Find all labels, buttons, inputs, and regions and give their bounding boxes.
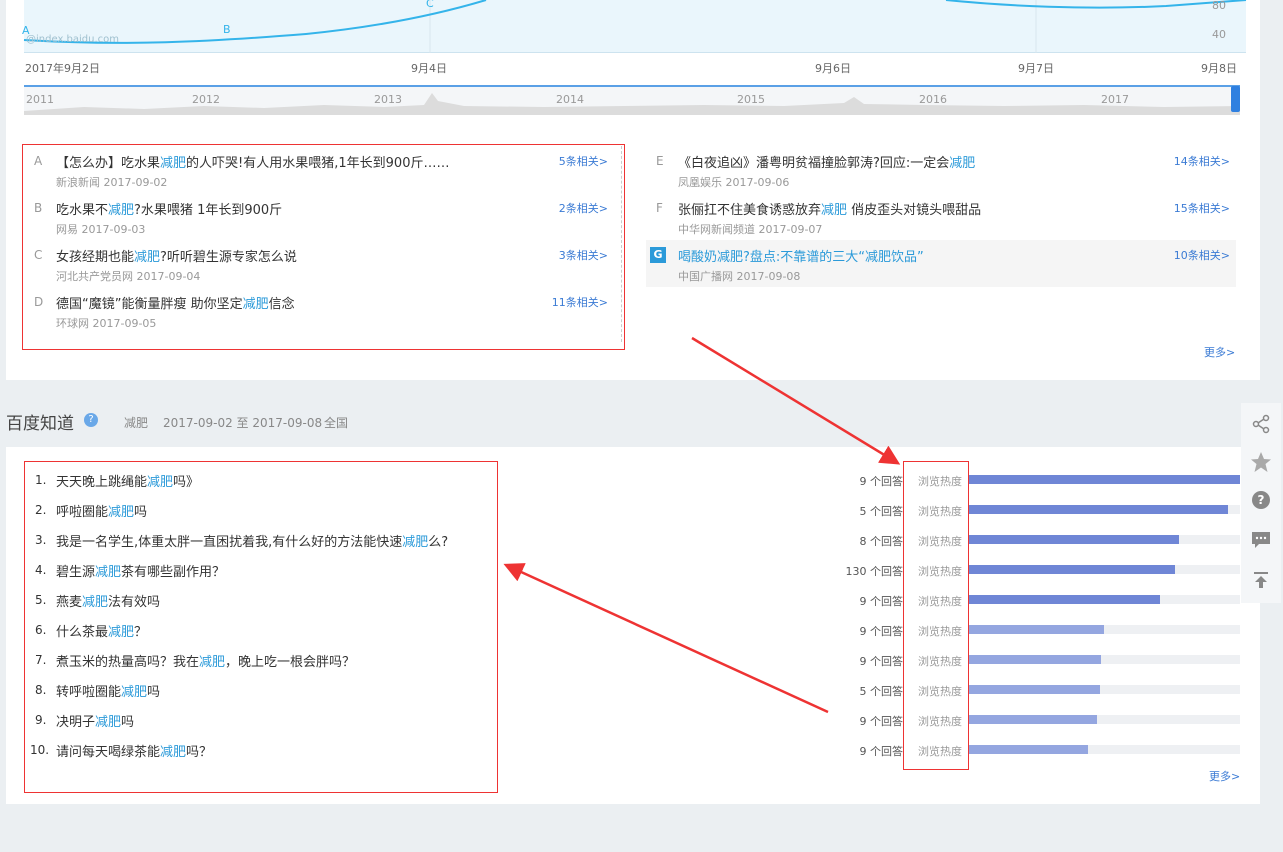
floating-toolbar: ?: [1241, 403, 1281, 603]
news-related-link[interactable]: 15条相关>: [1174, 200, 1230, 216]
news-title-keyword: 减肥: [949, 156, 976, 171]
zhidao-region: 全国: [324, 416, 349, 430]
zhidao-title: 百度知道: [6, 414, 74, 434]
zhidao-answer-count: 9 个回答: [859, 475, 904, 488]
news-title-pre: 张俪扛不住美食诱惑放弃: [678, 203, 822, 218]
heat-bar-fill: [968, 505, 1228, 514]
heat-bar-fill: [968, 745, 1088, 754]
news-title-post: 俏皮歪头对镜头喂甜品: [847, 203, 982, 218]
help-button[interactable]: ?: [1241, 481, 1281, 519]
heat-bar-track: [968, 565, 1240, 574]
timeline-handle[interactable]: [1231, 86, 1240, 112]
news-related-link[interactable]: 10条相关>: [1174, 247, 1230, 263]
news-source: 中华网新闻频道 2017-09-07: [678, 223, 823, 236]
comment-icon: [1252, 532, 1270, 548]
zhidao-answer-count: 9 个回答: [859, 655, 904, 668]
x-label-1: 9月4日: [411, 62, 447, 75]
news-item: G 喝酸奶减肥?盘点:不靠谱的三大“减肥饮品” 中国广播网 2017-09-08 10…: [646, 240, 1236, 287]
news-title-keyword: 减肥: [821, 203, 848, 218]
news-title-pre: 喝酸奶减肥?盘点:不靠谱的三大“减肥饮品”: [678, 250, 924, 265]
news-source: 凤凰娱乐 2017-09-06: [678, 176, 790, 189]
timeline-year-2017: 2017: [1101, 93, 1129, 106]
heat-bar-track: [968, 685, 1240, 694]
timeline-year-2016: 2016: [919, 93, 947, 106]
heat-bar-track: [968, 655, 1240, 664]
news-title-pre: 《白夜追凶》潘粤明贫福撞脸郭涛?回应:一定会: [678, 156, 950, 171]
y-tick-40: 40: [1212, 28, 1226, 41]
timeline-year-2014: 2014: [556, 93, 584, 106]
heat-bar-track: [968, 475, 1240, 484]
timeline-year-2012: 2012: [192, 93, 220, 106]
news-related-link[interactable]: 14条相关>: [1174, 153, 1230, 169]
heat-bar-fill: [968, 565, 1175, 574]
news-letter: F: [656, 201, 663, 215]
timeline-year-2015: 2015: [737, 93, 765, 106]
timeline-year-2011: 2011: [26, 93, 54, 106]
news-letter-badge: G: [650, 247, 666, 263]
point-label-c: C: [426, 0, 434, 10]
heat-bar-fill: [968, 625, 1104, 634]
news-title-link[interactable]: 张俪扛不住美食诱惑放弃减肥 俏皮歪头对镜头喂甜品: [678, 199, 981, 218]
news-letter: E: [656, 154, 664, 168]
zhidao-answer-count: 9 个回答: [859, 595, 904, 608]
favorite-button[interactable]: [1241, 443, 1281, 481]
back-to-top-button[interactable]: [1241, 561, 1281, 599]
x-label-0: 2017年9月2日: [25, 62, 100, 75]
point-label-a: A: [22, 24, 30, 37]
zhidao-answer-count: 8 个回答: [859, 535, 904, 548]
zhidao-keyword: 减肥: [124, 416, 149, 430]
news-title-link[interactable]: 《白夜追凶》潘粤明贫福撞脸郭涛?回应:一定会减肥: [678, 152, 975, 171]
star-icon: [1251, 452, 1271, 472]
heat-bar-track: [968, 745, 1240, 754]
help-icon[interactable]: ?: [84, 413, 98, 427]
heat-bar-fill: [968, 595, 1160, 604]
heat-bar-fill: [968, 685, 1100, 694]
share-icon: [1252, 414, 1270, 434]
feedback-button[interactable]: [1241, 521, 1281, 559]
point-label-b: B: [223, 23, 231, 36]
timeline-year-2013: 2013: [374, 93, 402, 106]
trend-line: [23, 0, 1247, 53]
news-item: F 张俪扛不住美食诱惑放弃减肥 俏皮歪头对镜头喂甜品中华网新闻频道 2017-09…: [646, 193, 1236, 240]
arrow-up-icon: [1254, 572, 1268, 588]
annotation-box-heat: [903, 461, 969, 770]
heat-bar-track: [968, 625, 1240, 634]
y-tick-80: 80: [1212, 0, 1226, 12]
x-label-4: 9月8日: [1201, 62, 1237, 75]
page: @index.baidu.com A B C 80 40 2017年9月2日 9…: [0, 0, 1283, 852]
annotation-box-questions: [24, 461, 498, 793]
heat-bar-fill: [968, 475, 1240, 484]
annotation-box-news: [22, 144, 625, 350]
heat-bar-track: [968, 505, 1240, 514]
zhidao-date-range: 2017-09-02 至 2017-09-08: [163, 416, 323, 430]
zhidao-answer-count: 5 个回答: [859, 505, 904, 518]
share-button[interactable]: [1241, 405, 1281, 443]
x-label-2: 9月6日: [815, 62, 851, 75]
zhidao-answer-count: 5 个回答: [859, 685, 904, 698]
zhidao-answer-count: 130 个回答: [845, 565, 904, 578]
zhidao-answer-count: 9 个回答: [859, 745, 904, 758]
news-title-link[interactable]: 喝酸奶减肥?盘点:不靠谱的三大“减肥饮品”: [678, 246, 924, 265]
news-item: E 《白夜追凶》潘粤明贫福撞脸郭涛?回应:一定会减肥凤凰娱乐 2017-09-06…: [646, 146, 1236, 193]
news-more-link[interactable]: 更多>: [1204, 344, 1235, 360]
zhidao-answer-count: 9 个回答: [859, 715, 904, 728]
zhidao-answer-count: 9 个回答: [859, 625, 904, 638]
chart-watermark: @index.baidu.com: [26, 34, 120, 45]
heat-bar-fill: [968, 715, 1097, 724]
zhidao-more-link[interactable]: 更多>: [1209, 768, 1240, 784]
heat-bar-track: [968, 715, 1240, 724]
x-label-3: 9月7日: [1018, 62, 1054, 75]
question-icon: ?: [1252, 491, 1270, 509]
heat-bar-track: [968, 535, 1240, 544]
heat-bar-track: [968, 595, 1240, 604]
heat-bar-fill: [968, 655, 1101, 664]
news-source: 中国广播网 2017-09-08: [678, 270, 801, 283]
heat-bar-fill: [968, 535, 1179, 544]
